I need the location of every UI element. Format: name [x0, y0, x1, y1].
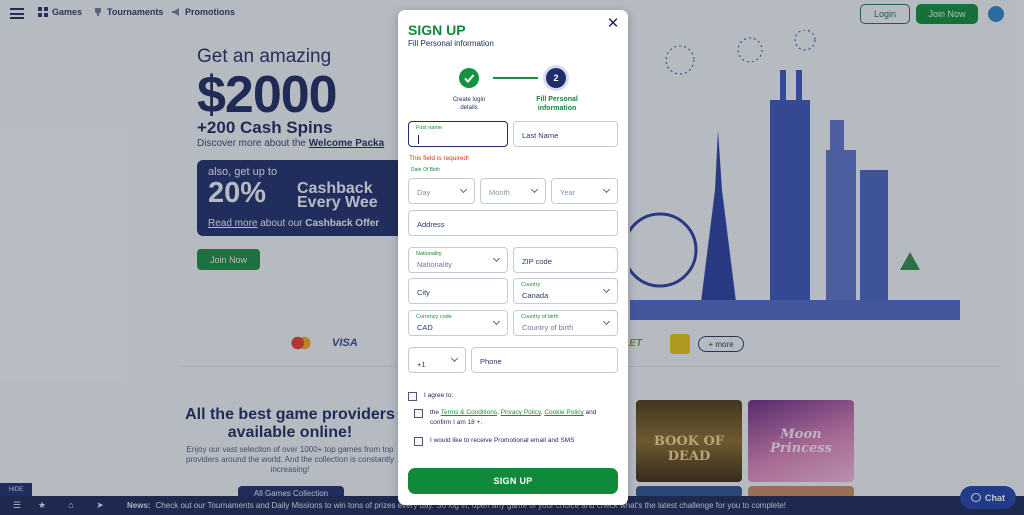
text-cursor — [418, 135, 419, 144]
modal-title: SIGN UP — [408, 22, 466, 38]
month-select[interactable]: Month — [480, 178, 546, 204]
address-field[interactable]: Address — [408, 210, 618, 236]
agree-label: I agree to: — [424, 392, 454, 399]
last-name-placeholder: Last Name — [522, 131, 559, 140]
close-icon[interactable]: ✕ — [606, 16, 620, 31]
first-name-label: First name — [416, 125, 442, 131]
signup-submit-button[interactable]: SIGN UP — [408, 468, 618, 494]
first-name-error: This field is required! — [409, 155, 469, 162]
country-label: Country — [521, 282, 541, 288]
phone-code-select[interactable]: +1 — [408, 347, 466, 373]
chevron-down-icon — [530, 185, 539, 194]
zip-field[interactable]: ZIP code — [513, 247, 618, 273]
terms-text: the Terms & Conditions, Privacy Policy, … — [430, 409, 597, 426]
step-2-indicator: 2 — [546, 68, 566, 88]
first-name-field[interactable]: First name — [408, 121, 508, 147]
chevron-down-icon — [492, 254, 501, 263]
month-placeholder: Month — [489, 188, 510, 197]
address-placeholder: Address — [417, 220, 445, 229]
terms-prefix: the — [430, 409, 441, 416]
year-select[interactable]: Year — [551, 178, 618, 204]
birth-country-select[interactable]: Country of birth Country of birth — [513, 310, 618, 336]
chevron-down-icon — [492, 317, 501, 326]
chevron-down-icon — [602, 185, 611, 194]
modal-subtitle: Fill Personal information — [408, 39, 494, 48]
chevron-down-icon — [602, 317, 611, 326]
cookie-link[interactable]: Cookie Policy — [544, 409, 583, 416]
nationality-value: Nationality — [417, 260, 453, 269]
terms-link[interactable]: Terms & Conditions — [441, 409, 497, 416]
promo-checkbox[interactable] — [414, 437, 423, 446]
nationality-select[interactable]: Nationality Nationality — [408, 247, 508, 273]
currency-value: CAD — [417, 323, 433, 332]
dob-label: Date Of Birth — [411, 167, 440, 173]
stepper-connector — [493, 77, 538, 79]
year-placeholder: Year — [560, 188, 576, 197]
chevron-down-icon — [459, 185, 468, 194]
step-1-complete-icon — [459, 68, 479, 88]
privacy-link[interactable]: Privacy Policy — [501, 409, 541, 416]
country-select[interactable]: Country Canada — [513, 278, 618, 304]
day-placeholder: Day — [417, 188, 431, 197]
step-2-label: Fill Personal information — [536, 96, 578, 112]
last-name-field[interactable]: Last Name — [513, 121, 618, 147]
promo-label: I would like to receive Promotional emai… — [430, 437, 575, 444]
agree-all-checkbox[interactable] — [408, 392, 417, 401]
terms-checkbox[interactable] — [414, 409, 423, 418]
zip-placeholder: ZIP code — [522, 257, 552, 266]
city-placeholder: City — [417, 288, 430, 297]
agree-all-row: I agree to: — [408, 391, 453, 401]
promo-row: I would like to receive Promotional emai… — [414, 436, 614, 446]
country-value: Canada — [522, 291, 549, 300]
chevron-down-icon — [602, 285, 611, 294]
currency-label: Currency code — [416, 314, 452, 320]
phone-placeholder: Phone — [480, 357, 502, 366]
phone-field[interactable]: Phone — [471, 347, 618, 373]
nationality-label: Nationality — [416, 251, 442, 257]
currency-select[interactable]: Currency code CAD — [408, 310, 508, 336]
day-select[interactable]: Day — [408, 178, 475, 204]
phone-code-value: +1 — [417, 360, 426, 369]
terms-row: the Terms & Conditions, Privacy Policy, … — [414, 408, 614, 428]
chevron-down-icon — [450, 354, 459, 363]
birth-country-value: Country of birth — [522, 323, 574, 332]
city-field[interactable]: City — [408, 278, 508, 304]
birth-country-label: Country of birth — [521, 314, 559, 320]
signup-modal: SIGN UP Fill Personal information ✕ 2 Cr… — [398, 10, 628, 505]
step-1-label: Create login details — [452, 97, 486, 111]
